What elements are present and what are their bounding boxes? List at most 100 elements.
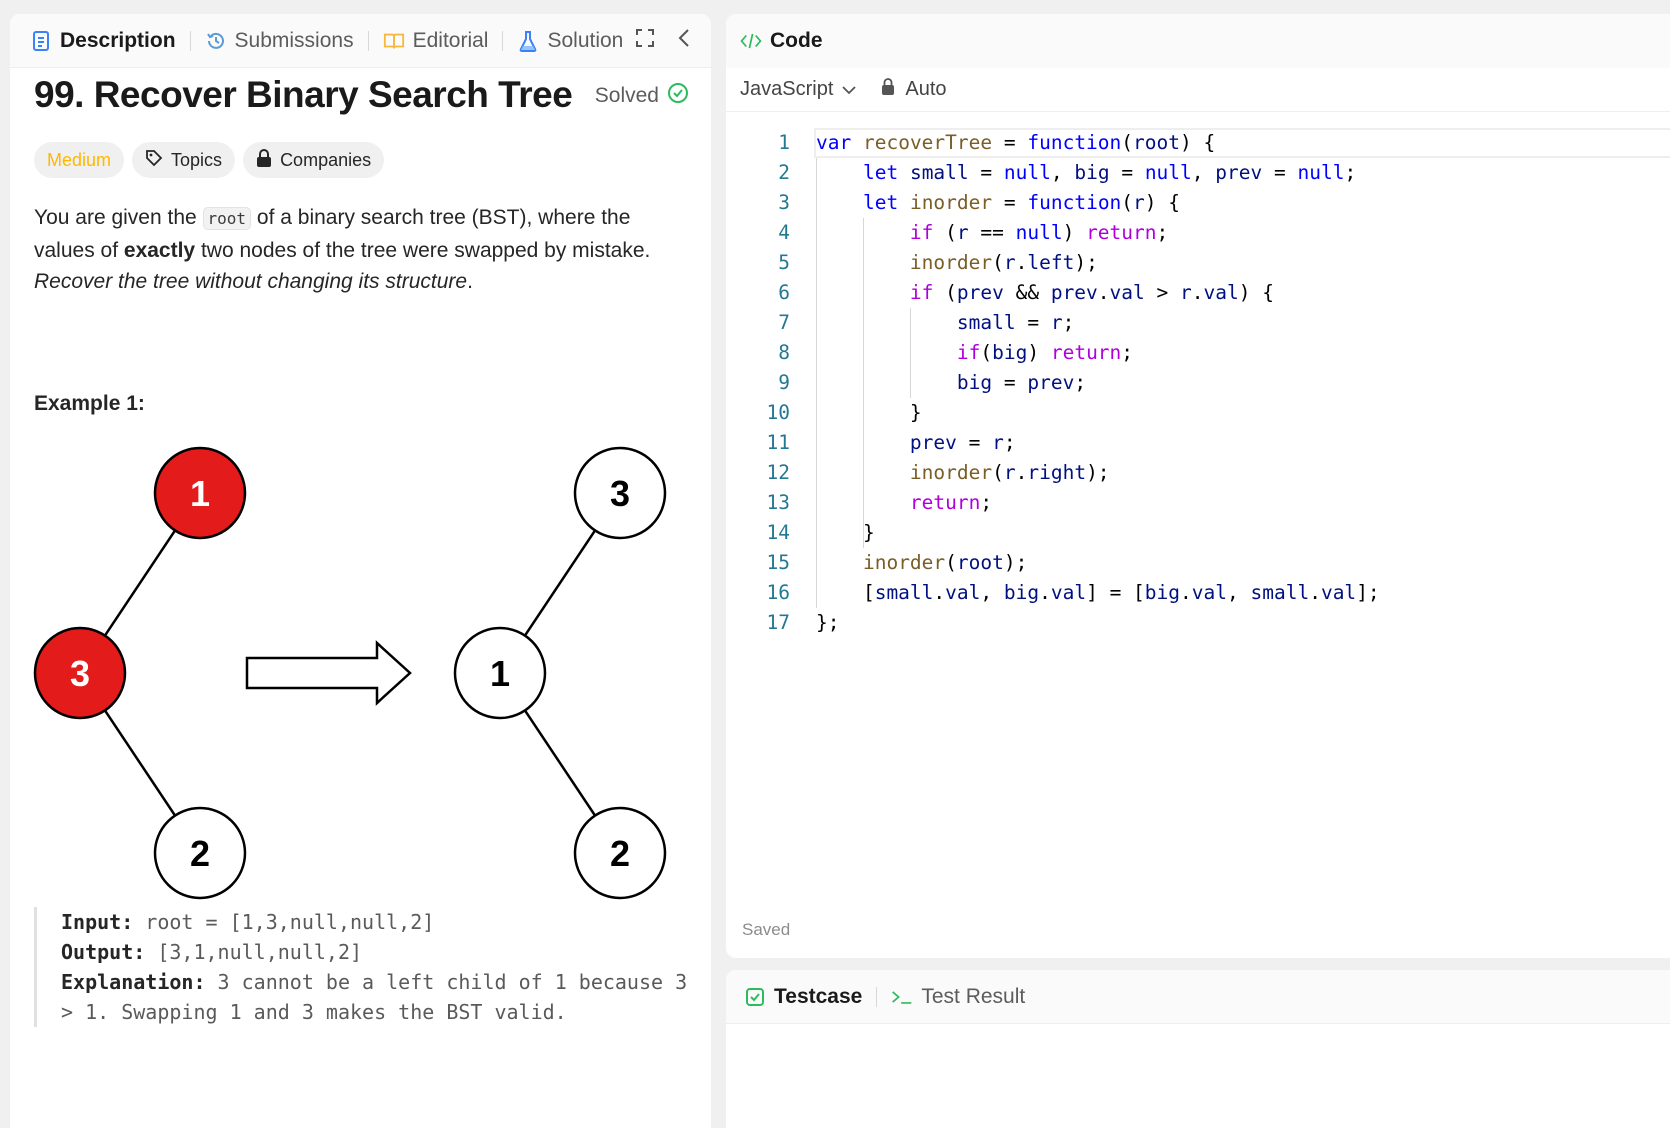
line-number: 4: [778, 221, 790, 244]
tab-solution[interactable]: Solution: [517, 29, 623, 53]
tree-node-label: 3: [70, 653, 90, 694]
code-token: .: [1039, 581, 1051, 604]
tab-testcase[interactable]: Testcase: [744, 985, 862, 1009]
code-line: 15 inorder(root);: [726, 548, 1670, 578]
tree-node-label: 2: [610, 833, 630, 874]
code-text: }: [816, 398, 922, 428]
code-token: [: [816, 581, 875, 604]
desc-text-3: two nodes of the tree were swapped by mi…: [195, 238, 651, 262]
tab-code[interactable]: Code: [740, 29, 823, 53]
code-line: 1 var recoverTree = function(root) {: [726, 128, 1670, 158]
code-token: .: [933, 581, 946, 604]
tree-node-label: 2: [190, 833, 210, 874]
code-token: ] = [: [1086, 581, 1145, 604]
code-token: .: [1180, 581, 1192, 604]
code-token: );: [1074, 251, 1098, 274]
companies-tag[interactable]: Companies: [243, 142, 385, 178]
code-token: small: [1250, 581, 1310, 604]
line-number: 16: [766, 581, 790, 604]
topics-tag[interactable]: Topics: [132, 142, 236, 178]
tab-description[interactable]: Description: [30, 29, 176, 53]
code-line: 8 if(big) return;: [726, 338, 1670, 368]
testcase-tabbar: Testcase Test Result: [726, 970, 1670, 1024]
code-token: ,: [1191, 161, 1216, 184]
code-line: 7 small = r;: [726, 308, 1670, 338]
code-text: prev = r;: [816, 428, 1016, 458]
code-line: 11 prev = r;: [726, 428, 1670, 458]
code-line: 9 big = prev;: [726, 368, 1670, 398]
problem-title: 99. Recover Binary Search Tree: [34, 74, 573, 115]
code-token: (: [933, 221, 957, 244]
arrow-right-icon: [245, 640, 412, 706]
line-number: 8: [778, 341, 790, 364]
code-text: inorder(r.left);: [816, 248, 1098, 278]
tab-test-result[interactable]: Test Result: [891, 985, 1025, 1009]
code-editor[interactable]: 1 var recoverTree = function(root) {2 let…: [726, 128, 1670, 908]
code-token: r: [1050, 311, 1063, 334]
tab-separator: [367, 30, 369, 51]
code-token: =: [968, 161, 1004, 184]
collapse-chevron-icon[interactable]: [677, 28, 691, 54]
desc-emphasis: exactly: [123, 238, 196, 262]
code-token: ;: [1062, 311, 1075, 334]
code-token: small: [956, 311, 1016, 334]
tab-submissions[interactable]: Submissions: [205, 29, 354, 53]
right-tree: 3 1 2: [453, 446, 667, 900]
code-token: ,: [1227, 581, 1251, 604]
code-text: small = r;: [816, 308, 1074, 338]
example-output: Output: [3,1,null,null,2]: [61, 937, 694, 967]
history-icon: [205, 30, 227, 52]
book-icon: [383, 30, 405, 52]
code-token: ,: [980, 581, 1004, 604]
code-token: return: [1086, 221, 1157, 244]
code-panel: Code JavaScript Auto 1 var recoverTree = …: [726, 14, 1670, 958]
code-token: recoverTree: [862, 131, 993, 154]
code-token: =: [1109, 161, 1145, 184]
code-token: var: [816, 131, 852, 154]
left-tree: 1 3 2: [33, 446, 247, 900]
flask-icon: [517, 30, 539, 52]
companies-label: Companies: [280, 149, 372, 170]
output-label: Output:: [61, 940, 146, 964]
code-text: }: [816, 518, 875, 548]
desc-italic: Recover the tree without changing its st…: [34, 270, 468, 293]
input-label: Input:: [61, 910, 134, 934]
description-panel: Description Submissions Editorial Soluti…: [10, 14, 711, 1128]
code-token: r: [1003, 251, 1016, 274]
code-token: big: [1144, 581, 1181, 604]
solved-label: Solved: [594, 84, 659, 107]
difficulty-badge[interactable]: Medium: [34, 142, 125, 178]
maximize-icon[interactable]: [635, 28, 655, 54]
tab-test-result-label: Test Result: [921, 984, 1026, 1008]
tab-editorial[interactable]: Editorial: [383, 29, 488, 53]
line-number: 11: [766, 431, 790, 454]
code-token: }: [816, 401, 922, 424]
lock-icon: [881, 78, 895, 101]
code-token: =: [1262, 161, 1298, 184]
tab-code-label: Code: [770, 29, 823, 52]
code-token: );: [1003, 551, 1028, 574]
auto-mode[interactable]: Auto: [881, 78, 947, 101]
line-number: 13: [766, 491, 790, 514]
checkbox-icon: [744, 986, 766, 1008]
tree-node-label: 1: [490, 653, 510, 694]
tag-row: Medium Topics Companies: [34, 142, 385, 178]
code-token: (: [1121, 191, 1134, 214]
chevron-down-icon: [841, 78, 857, 101]
code-token: big: [1003, 581, 1040, 604]
language-select[interactable]: JavaScript: [740, 78, 857, 101]
code-text: [small.val, big.val] = [big.val, small.v…: [816, 578, 1380, 608]
code-tabbar: Code: [726, 14, 1670, 68]
line-number: 9: [778, 371, 790, 394]
input-value: root = [1,3,null,null,2]: [133, 910, 435, 934]
topics-label: Topics: [171, 149, 223, 170]
code-token: (: [992, 461, 1004, 484]
tree-node-label: 1: [190, 473, 210, 514]
code-token: root: [956, 551, 1004, 574]
